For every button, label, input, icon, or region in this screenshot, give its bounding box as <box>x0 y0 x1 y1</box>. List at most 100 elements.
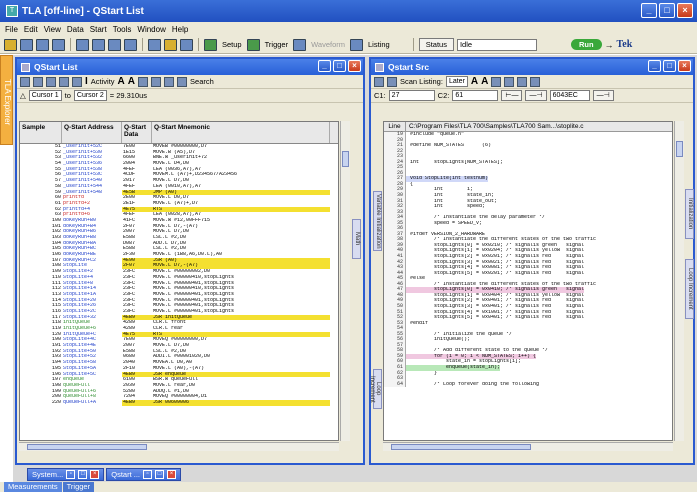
c1-input[interactable]: 27 <box>388 90 435 101</box>
tla-explorer-tab[interactable]: TLA Explorer <box>0 55 13 145</box>
task-system-restore[interactable]: ▫ <box>66 470 76 479</box>
src-find-icon[interactable] <box>517 76 528 87</box>
step-button[interactable]: —⊣ <box>592 90 614 101</box>
src-cut-icon[interactable] <box>491 76 502 87</box>
setup-button[interactable]: Setup <box>220 40 244 49</box>
tab-trigger[interactable]: Trigger <box>62 482 95 492</box>
task-qstart-restore[interactable]: ▫ <box>143 470 153 479</box>
trigger-button[interactable]: Trigger <box>263 40 290 49</box>
window4-icon[interactable] <box>124 38 137 51</box>
next-button[interactable]: —⊣ <box>525 90 547 101</box>
tab-measurements[interactable]: Measurements <box>4 482 62 492</box>
search-button[interactable]: Search <box>190 77 214 86</box>
menu-item-start[interactable]: Start <box>87 25 110 34</box>
menu-item-view[interactable]: View <box>41 25 64 34</box>
columns-icon[interactable] <box>20 76 30 87</box>
search-arrows-icon[interactable] <box>177 76 188 87</box>
trigger-icon[interactable] <box>246 38 260 51</box>
source-line[interactable]: 64 /* Loop forever doing the following <box>384 381 672 388</box>
column-header[interactable]: Q-Start Data <box>122 122 152 143</box>
activity-button[interactable]: Activity <box>91 77 115 86</box>
scan-listing-select[interactable]: Later <box>445 76 468 87</box>
paste-icon[interactable] <box>164 76 175 87</box>
prev-button[interactable]: ⊢— <box>501 90 523 101</box>
status-button[interactable]: Status <box>418 38 454 51</box>
pointer-icon[interactable] <box>180 38 193 51</box>
bottom-tabs: Measurements Trigger <box>0 482 697 492</box>
list-maximize-button[interactable]: □ <box>333 60 346 72</box>
window2-icon[interactable] <box>92 38 105 51</box>
grid-icon[interactable] <box>148 38 161 51</box>
listing-vscroll[interactable] <box>340 121 350 441</box>
copy-icon[interactable] <box>151 76 162 87</box>
src-font-smaller-icon[interactable]: A <box>481 76 488 87</box>
src-maximize-button[interactable]: □ <box>663 60 676 72</box>
address-input[interactable]: 6043EC <box>549 90 590 101</box>
task-system-close[interactable]: × <box>90 470 100 479</box>
src-properties-icon[interactable] <box>387 76 397 87</box>
cursor1-select[interactable]: Cursor 1 <box>28 90 62 101</box>
src-copy-icon[interactable] <box>504 76 515 87</box>
print-icon[interactable] <box>36 38 49 51</box>
table-cell: queueFull+A <box>63 399 97 405</box>
table-row[interactable]: 220 queueFull+A 4EB9 JSR 00609006 <box>20 399 338 406</box>
window3-icon[interactable] <box>108 38 121 51</box>
menu-item-help[interactable]: Help <box>169 25 191 34</box>
listing-hscroll[interactable] <box>19 442 339 451</box>
c2-input[interactable]: 61 <box>452 90 499 101</box>
c1-label: C1: <box>374 91 386 100</box>
src-close-button[interactable]: × <box>678 60 691 72</box>
preview-icon[interactable] <box>52 38 65 51</box>
menu-item-data[interactable]: Data <box>64 25 87 34</box>
column-header[interactable]: Sample <box>20 122 62 143</box>
math-tab[interactable]: Math <box>352 219 361 259</box>
waveform-icon[interactable] <box>293 38 307 51</box>
to-label: to <box>64 91 71 100</box>
task-qstart-max[interactable]: □ <box>155 470 165 479</box>
save-icon[interactable] <box>20 38 33 51</box>
column-header[interactable]: Q-Start Mnemonic <box>152 122 330 143</box>
close-button[interactable]: × <box>677 3 693 18</box>
font-smaller-icon[interactable]: A <box>128 76 135 87</box>
window1-icon[interactable] <box>76 38 89 51</box>
filter-icon[interactable] <box>59 76 69 87</box>
font-larger-icon[interactable]: A <box>118 76 125 87</box>
listing-button[interactable]: Listing <box>366 40 392 49</box>
src-columns-icon[interactable] <box>374 76 384 87</box>
maximize-button[interactable]: □ <box>659 3 675 18</box>
cursor2-select[interactable]: Cursor 2 <box>73 90 107 101</box>
loop-increment-tab[interactable]: Loop Increment <box>369 369 382 409</box>
menu-item-file[interactable]: File <box>2 25 21 34</box>
task-system-max[interactable]: □ <box>78 470 88 479</box>
src-hscroll[interactable] <box>383 442 673 451</box>
task-system[interactable]: System... ▫ □ × <box>27 468 105 481</box>
waveform-button[interactable]: Waveform <box>309 40 347 49</box>
list-close-button[interactable]: × <box>348 60 361 72</box>
list-minimize-button[interactable]: _ <box>318 60 331 72</box>
variable-init-tab[interactable]: Variable Initialization <box>373 191 382 251</box>
mark-icon[interactable] <box>46 76 56 87</box>
home-icon[interactable] <box>72 76 82 87</box>
minimize-button[interactable]: _ <box>641 3 657 18</box>
listing-icon[interactable] <box>350 38 363 51</box>
open-icon[interactable] <box>4 38 17 51</box>
src-vscroll[interactable] <box>674 121 684 441</box>
activity-icon[interactable]: I <box>85 76 88 87</box>
help-icon[interactable] <box>164 38 177 51</box>
cursor-delta-icon: △ <box>20 91 26 100</box>
loop-increment-right-tab[interactable]: Loop Increment <box>685 259 694 319</box>
src-binoculars-icon[interactable] <box>530 76 541 87</box>
properties-icon[interactable] <box>33 76 43 87</box>
menu-item-window[interactable]: Window <box>134 25 168 34</box>
cut-icon[interactable] <box>138 76 149 87</box>
task-qstart-close[interactable]: × <box>167 470 177 479</box>
menu-item-edit[interactable]: Edit <box>21 25 41 34</box>
setup-icon[interactable] <box>204 38 217 51</box>
column-header[interactable]: Q-Start Address <box>62 122 122 143</box>
initialization-tab[interactable]: Initialization <box>685 189 694 239</box>
src-minimize-button[interactable]: _ <box>648 60 661 72</box>
task-qstart[interactable]: Qstart ... ▫ □ × <box>106 468 182 481</box>
src-font-larger-icon[interactable]: A <box>471 76 478 87</box>
run-button[interactable]: Run <box>570 39 602 50</box>
menu-item-tools[interactable]: Tools <box>110 25 135 34</box>
